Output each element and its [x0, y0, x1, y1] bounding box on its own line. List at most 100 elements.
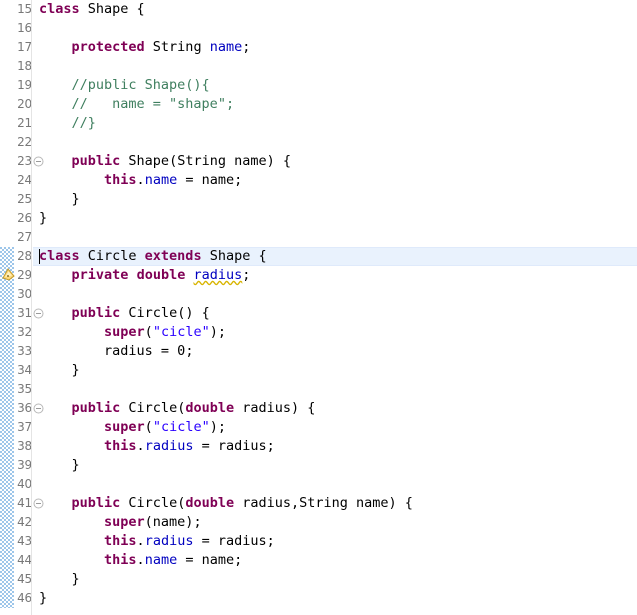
line-number: 33 [17, 344, 32, 358]
line-number: 21 [17, 116, 32, 130]
code-token: ; [242, 39, 251, 55]
code-line[interactable]: } [33, 570, 637, 589]
code-line[interactable] [33, 285, 637, 304]
fold-collapse-icon[interactable] [33, 152, 44, 171]
line-number-ruler: 15 16 17 18 19 20 21 22 23 24 25 26 27 28 29 30 31 32 33 34… [14, 0, 32, 615]
line-number: 38 [17, 439, 32, 453]
code-line[interactable]: public Shape(String name) { [33, 152, 637, 171]
line-number: 32 [17, 325, 32, 339]
code-token: ( [144, 324, 153, 340]
code-line[interactable] [33, 380, 637, 399]
code-token: super [104, 419, 145, 435]
code-line[interactable] [33, 57, 637, 76]
code-line[interactable]: super("cicle"); [33, 418, 637, 437]
line-number: 42 [17, 515, 32, 529]
code-token: radius [144, 533, 194, 549]
line-number: 44 [17, 553, 32, 567]
code-line[interactable]: } [33, 190, 637, 209]
code-line[interactable]: radius = 0; [33, 342, 637, 361]
code-token: } [39, 457, 80, 473]
code-token: . [136, 438, 145, 454]
code-token: protected [71, 39, 145, 55]
code-token: name [144, 552, 178, 568]
code-token: (name); [144, 514, 202, 530]
java-source-editor[interactable]: 15 16 17 18 19 20 21 22 23 24 25 26 27 28 29 30 31 32 33 34… [0, 0, 637, 615]
code-line[interactable]: } [33, 456, 637, 475]
change-bar-ruler [0, 0, 14, 615]
line-number: 17 [17, 40, 32, 54]
code-token: . [136, 552, 145, 568]
code-token: Circle( [120, 400, 186, 416]
code-line[interactable]: } [33, 209, 637, 228]
fold-collapse-icon[interactable] [33, 494, 44, 513]
line-number: 43 [17, 534, 32, 548]
folding-ruler[interactable] [33, 0, 45, 615]
line-number: 46 [17, 591, 32, 605]
code-line[interactable]: } [33, 589, 637, 608]
line-number: 15 [17, 2, 32, 16]
code-token: this [104, 552, 137, 568]
code-line[interactable]: this.name = name; [33, 171, 637, 190]
code-line[interactable]: protected String name; [33, 38, 637, 57]
code-token: "cicle" [152, 324, 210, 340]
line-number: 30 [17, 287, 32, 301]
code-token: this [104, 172, 137, 188]
code-line[interactable]: class Circle extends Shape { [33, 247, 637, 266]
code-line[interactable]: //public Shape(){ [33, 76, 637, 95]
code-line[interactable]: public Circle(double radius) { [33, 399, 637, 418]
code-line[interactable]: super(name); [33, 513, 637, 532]
code-token: extends [144, 248, 202, 264]
code-line[interactable]: public Circle() { [33, 304, 637, 323]
line-number: 31 [17, 306, 32, 320]
code-token: radius [193, 267, 243, 283]
line-number: 28 [17, 249, 32, 263]
ruler-separator [31, 0, 32, 615]
code-line[interactable]: private double radius; [33, 266, 637, 285]
code-line[interactable]: super("cicle"); [33, 323, 637, 342]
code-token: super [104, 514, 145, 530]
code-line[interactable]: this.radius = radius; [33, 437, 637, 456]
code-token: . [136, 172, 145, 188]
code-line[interactable] [33, 475, 637, 494]
line-number: 24 [17, 173, 32, 187]
code-line[interactable]: this.radius = radius; [33, 532, 637, 551]
code-line[interactable]: // name = "shape"; [33, 95, 637, 114]
line-number: 40 [17, 477, 32, 491]
code-token: class [39, 248, 80, 264]
code-token: Circle [79, 248, 145, 264]
code-token: Circle() { [120, 305, 210, 321]
code-token: this [104, 533, 137, 549]
code-token: public [71, 305, 121, 321]
code-line[interactable]: public Circle(double radius,String name)… [33, 494, 637, 513]
code-text-area[interactable]: class Shape { protected String name; //p… [33, 0, 637, 615]
code-line[interactable]: this.name = name; [33, 551, 637, 570]
fold-collapse-icon[interactable] [33, 399, 44, 418]
code-token: name [144, 172, 178, 188]
code-token: this [104, 438, 137, 454]
line-number: 29 [17, 268, 32, 282]
code-token: radius = [39, 343, 178, 359]
code-line[interactable] [33, 228, 637, 247]
code-token: radius) { [234, 400, 316, 416]
code-token: radius,String name) { [234, 495, 413, 511]
code-line[interactable] [33, 133, 637, 152]
code-token: Shape(String name) { [120, 153, 291, 169]
code-token: ( [144, 419, 153, 435]
code-line[interactable]: } [33, 361, 637, 380]
line-number: 23 [17, 154, 32, 168]
fold-collapse-icon[interactable] [33, 304, 44, 323]
code-token: ; [242, 267, 251, 283]
code-token: private [71, 267, 129, 283]
code-line[interactable]: //} [33, 114, 637, 133]
code-line[interactable] [33, 19, 637, 38]
line-number: 39 [17, 458, 32, 472]
code-token: radius [144, 438, 194, 454]
change-bar-stripe [0, 247, 14, 608]
code-line[interactable]: class Shape { [33, 0, 637, 19]
text-caret [39, 249, 40, 264]
line-number: 18 [17, 59, 32, 73]
